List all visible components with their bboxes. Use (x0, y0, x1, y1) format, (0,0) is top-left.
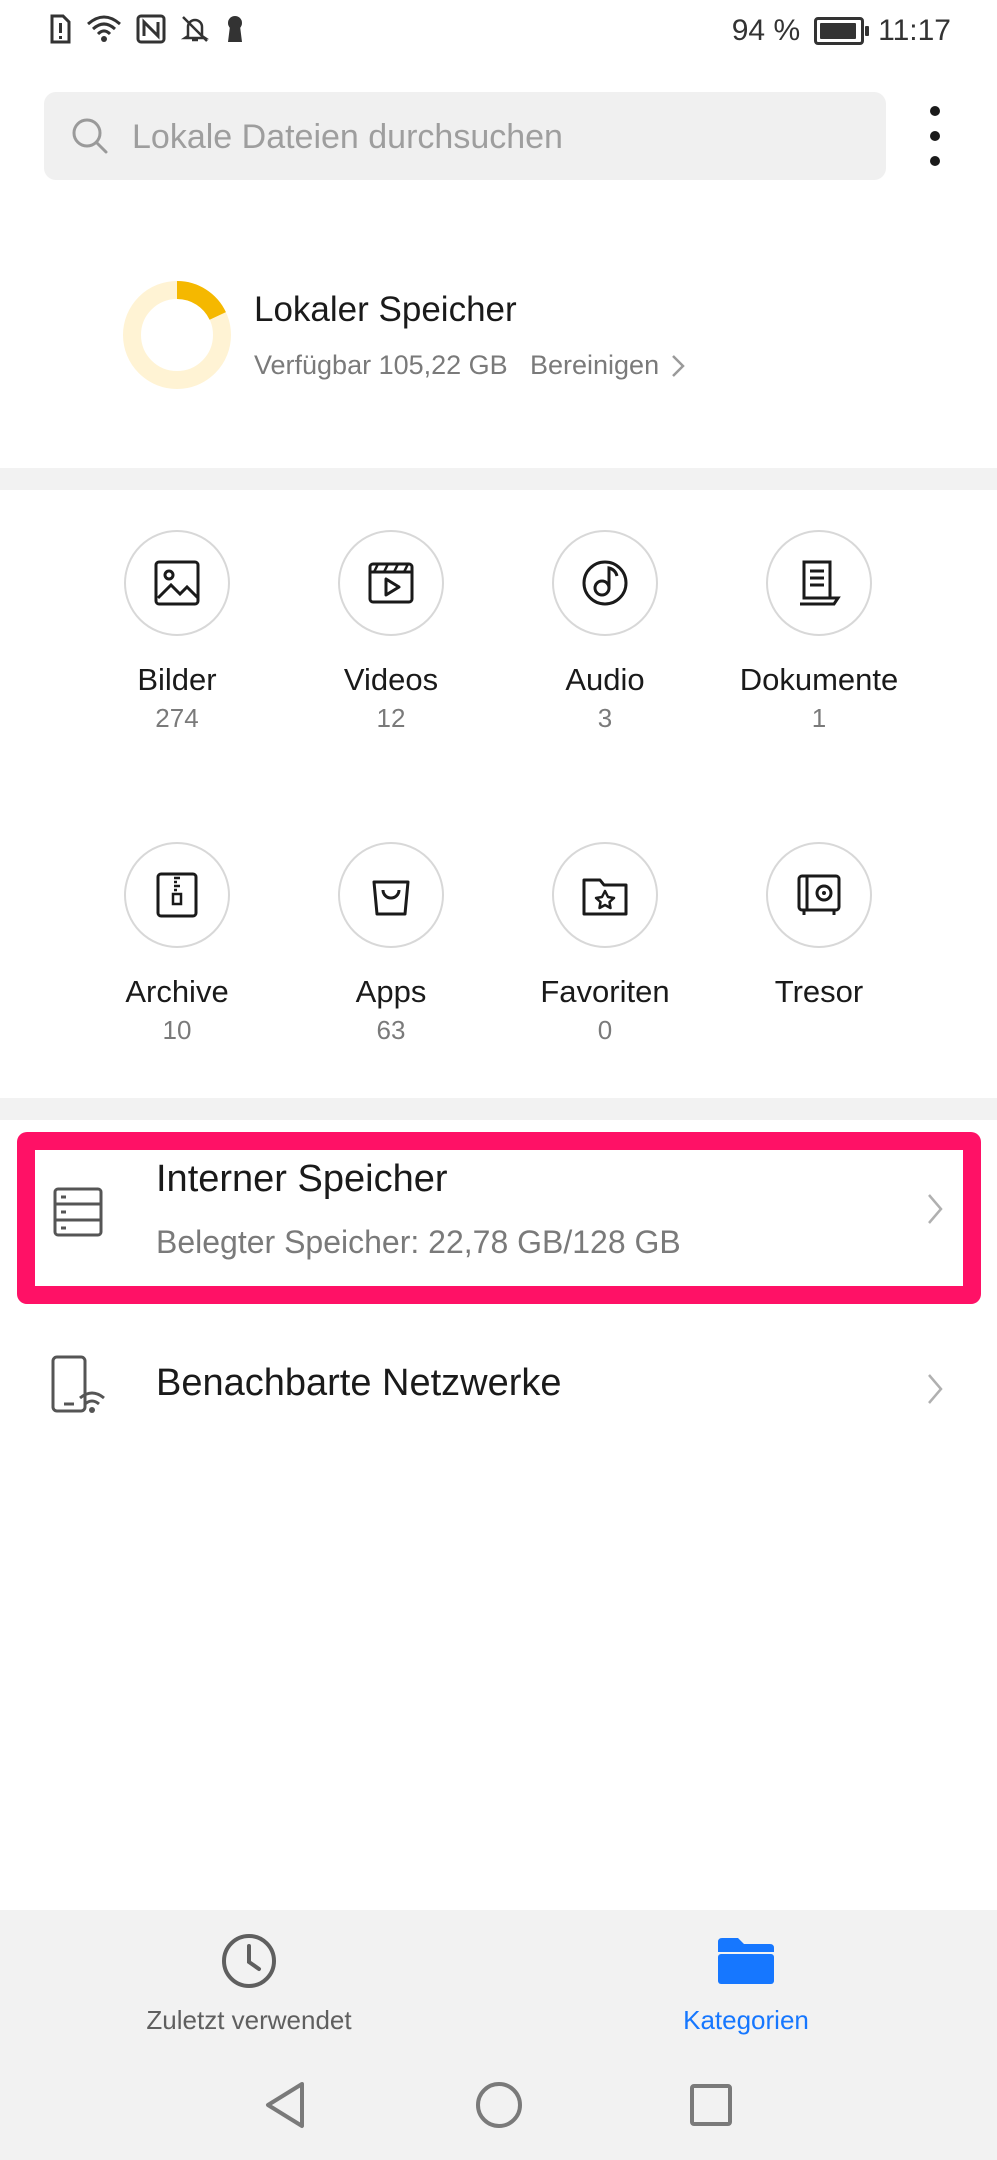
category-count: 274 (155, 703, 199, 733)
category-label: Audio (565, 662, 645, 697)
category-tresor[interactable]: Tresor (724, 842, 914, 1012)
category-icon-circle (124, 842, 230, 948)
back-icon[interactable] (262, 2080, 308, 2130)
device-wifi-icon (51, 1355, 105, 1413)
safe-icon (797, 874, 841, 915)
audio-icon (582, 560, 628, 606)
mute-bell-icon (180, 16, 210, 42)
status-bar: 94 % 11:17 (0, 0, 997, 72)
category-count: 1 (811, 703, 827, 733)
category-favoriten[interactable]: Favoriten 0 (510, 842, 700, 1048)
category-archive[interactable]: Archive 10 (82, 842, 272, 1048)
category-icon-circle (552, 530, 658, 636)
apps-bag-icon (372, 880, 410, 916)
archive-icon (156, 872, 198, 918)
category-label: Favoriten (540, 974, 670, 1009)
more-options-button[interactable] (920, 106, 950, 166)
clock: 11:17 (878, 14, 951, 47)
category-icon-circle (338, 842, 444, 948)
nearby-networks-title: Benachbarte Netzwerke (156, 1362, 562, 1404)
nearby-networks-row[interactable]: Benachbarte Netzwerke (0, 1340, 997, 1440)
category-icon-circle (552, 842, 658, 948)
search-input[interactable] (130, 108, 864, 166)
chevron-right-icon (928, 1374, 943, 1404)
category-label: Apps (355, 974, 427, 1009)
category-label: Bilder (137, 662, 217, 697)
battery-percent: 94 % (731, 14, 801, 47)
category-icon-circle (766, 530, 872, 636)
category-count: 12 (376, 703, 406, 733)
category-label: Tresor (774, 974, 864, 1009)
battery-icon (814, 17, 870, 45)
dot (930, 106, 940, 116)
chevron-right-icon (672, 354, 685, 377)
section-divider (0, 468, 997, 490)
category-label: Dokumente (739, 662, 899, 697)
category-icon-circle (766, 842, 872, 948)
category-count: 0 (597, 1015, 613, 1045)
home-icon[interactable] (474, 2080, 524, 2130)
category-count: 10 (162, 1015, 192, 1045)
category-icon-circle (338, 530, 444, 636)
sim-alert-icon (50, 14, 71, 44)
recent-apps-icon[interactable] (688, 2082, 734, 2128)
tab-recent[interactable]: Zuletzt verwendet (99, 1932, 399, 2036)
search-icon (72, 118, 108, 154)
tab-categories-label: Kategorien (683, 2005, 809, 2035)
status-right: 94 % 11:17 (732, 14, 951, 48)
highlight-frame (17, 1132, 981, 1304)
category-label: Archive (125, 974, 229, 1009)
cleanup-button[interactable]: Bereinigen (530, 350, 685, 381)
favorites-star-icon (582, 878, 628, 916)
category-audio[interactable]: Audio 3 (510, 530, 700, 736)
category-apps[interactable]: Apps 63 (296, 842, 486, 1048)
dot (930, 131, 940, 141)
storage-available: Verfügbar 105,22 GB (254, 350, 508, 380)
storage-title[interactable]: Lokaler Speicher (254, 290, 517, 330)
nfc-icon (136, 14, 166, 44)
category-icon-circle (124, 530, 230, 636)
keyhole-icon (228, 16, 242, 42)
status-icons (48, 14, 246, 44)
category-count: 3 (597, 703, 613, 733)
category-label: Videos (343, 662, 439, 697)
cleanup-label: Bereinigen (530, 350, 660, 380)
category-dokumente[interactable]: Dokumente 1 (724, 530, 914, 736)
category-count: 63 (376, 1015, 406, 1045)
system-navigation-bar (0, 2058, 997, 2148)
image-icon (154, 560, 200, 606)
wifi-icon (87, 15, 121, 42)
tab-categories[interactable]: Kategorien (596, 1932, 896, 2036)
storage-usage-ring (123, 281, 231, 389)
folder-icon (718, 1938, 774, 1984)
category-bilder[interactable]: Bilder 274 (82, 530, 272, 736)
tab-recent-label: Zuletzt verwendet (146, 2005, 352, 2035)
section-divider (0, 1098, 997, 1120)
video-icon (368, 562, 414, 604)
category-videos[interactable]: Videos 12 (296, 530, 486, 736)
document-icon (800, 560, 841, 606)
dot (930, 156, 940, 166)
clock-icon (222, 1934, 276, 1988)
